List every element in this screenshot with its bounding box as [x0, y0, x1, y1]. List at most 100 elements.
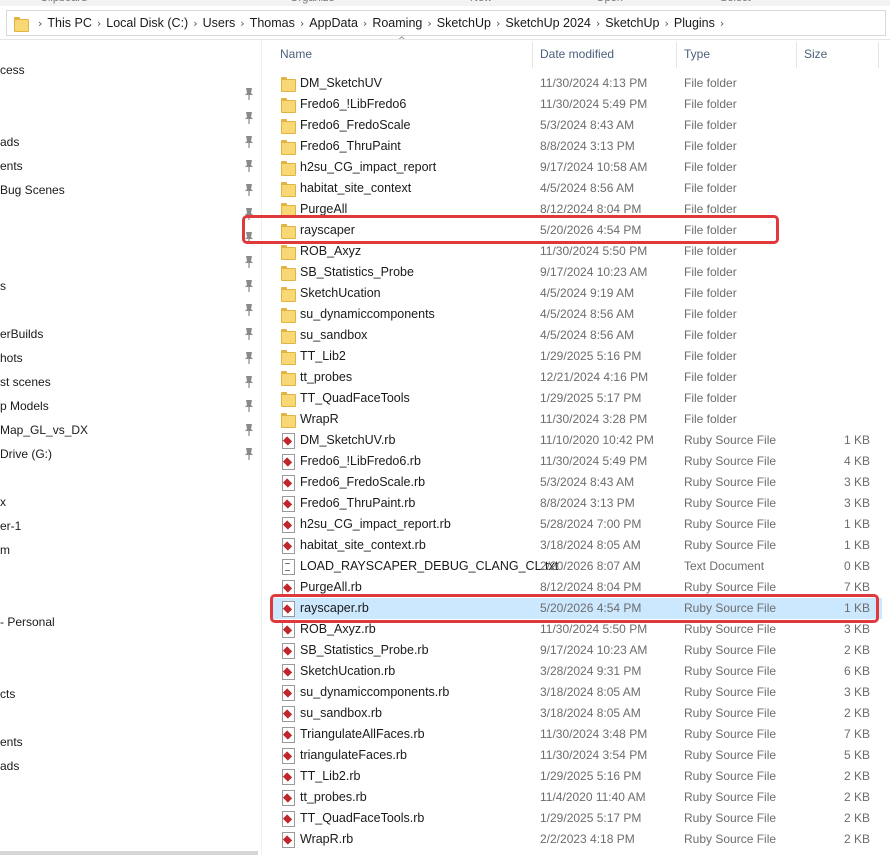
- nav-item[interactable]: p Models: [0, 396, 262, 416]
- pin-icon[interactable]: [243, 135, 255, 149]
- file-row[interactable]: PurgeAll.rb 8/12/2024 8:04 PM Ruby Source …: [270, 577, 882, 598]
- nav-item[interactable]: [0, 660, 262, 680]
- pin-icon[interactable]: [243, 111, 255, 125]
- nav-item[interactable]: st scenes: [0, 372, 262, 392]
- file-row[interactable]: triangulateFaces.rb 11/30/2024 3:54 PM Rub…: [270, 745, 882, 766]
- file-row[interactable]: ROB_Axyz.rb 11/30/2024 5:50 PM Ruby Source…: [270, 619, 882, 640]
- nav-item[interactable]: ents: [0, 156, 262, 176]
- chevron-right-icon[interactable]: ›: [496, 17, 500, 30]
- nav-item[interactable]: s: [0, 276, 262, 296]
- chevron-right-icon[interactable]: ›: [193, 17, 197, 30]
- folder-row[interactable]: habitat_site_context 4/5/2024 8:56 AM File…: [270, 178, 882, 199]
- chevron-right-icon[interactable]: ›: [300, 17, 304, 30]
- breadcrumb-item[interactable]: SketchUp: [605, 16, 659, 30]
- nav-item[interactable]: [0, 84, 262, 104]
- pin-icon[interactable]: [243, 303, 255, 317]
- nav-item[interactable]: [0, 588, 262, 608]
- file-row[interactable]: SB_Statistics_Probe.rb 9/17/2024 10:23 AM…: [270, 640, 882, 661]
- pin-icon[interactable]: [243, 207, 255, 221]
- file-row[interactable]: DM_SketchUV.rb 11/10/2020 10:42 PM Ruby So…: [270, 430, 882, 451]
- nav-item[interactable]: ads: [0, 132, 262, 152]
- folder-row[interactable]: TT_Lib2 1/29/2025 5:16 PM File folder: [270, 346, 882, 367]
- folder-row[interactable]: Fredo6_!LibFredo6 11/30/2024 5:49 PM File …: [270, 94, 882, 115]
- column-header-name[interactable]: Name: [280, 47, 312, 61]
- file-row[interactable]: LOAD_RAYSCAPER_DEBUG_CLANG_CL.txt 2/20/20…: [270, 556, 882, 577]
- pin-icon[interactable]: [243, 375, 255, 389]
- folder-row[interactable]: TT_QuadFaceTools 1/29/2025 5:17 PM File fo…: [270, 388, 882, 409]
- pin-icon[interactable]: [243, 351, 255, 365]
- nav-item[interactable]: - Personal: [0, 612, 262, 632]
- file-row[interactable]: WrapR.rb 2/2/2023 4:18 PM Ruby Source File…: [270, 829, 882, 850]
- nav-item[interactable]: Drive (G:): [0, 444, 262, 464]
- folder-row[interactable]: PurgeAll 8/12/2024 8:04 PM File folder: [270, 199, 882, 220]
- pin-icon[interactable]: [243, 87, 255, 101]
- folder-row[interactable]: rayscaper 5/20/2026 4:54 PM File folder: [270, 220, 882, 241]
- nav-item[interactable]: [0, 204, 262, 224]
- breadcrumb-item[interactable]: This PC: [47, 16, 91, 30]
- file-row[interactable]: TT_Lib2.rb 1/29/2025 5:16 PM Ruby Source F…: [270, 766, 882, 787]
- nav-item[interactable]: [0, 468, 262, 488]
- file-row[interactable]: TT_QuadFaceTools.rb 1/29/2025 5:17 PM Ruby…: [270, 808, 882, 829]
- chevron-right-icon[interactable]: ›: [240, 17, 244, 30]
- address-box[interactable]: › This PC › Local Disk (C:) › Users › Thomas › Ap…: [6, 10, 886, 36]
- pin-icon[interactable]: [243, 183, 255, 197]
- folder-row[interactable]: ROB_Axyz 11/30/2024 5:50 PM File folder: [270, 241, 882, 262]
- chevron-right-icon[interactable]: ›: [97, 17, 101, 30]
- nav-item[interactable]: [0, 564, 262, 584]
- breadcrumb-item[interactable]: AppData: [309, 16, 358, 30]
- file-row[interactable]: TriangulateAllFaces.rb 11/30/2024 3:48 PM…: [270, 724, 882, 745]
- folder-row[interactable]: tt_probes 12/21/2024 4:16 PM File folder: [270, 367, 882, 388]
- nav-item[interactable]: [0, 228, 262, 248]
- nav-item[interactable]: ads: [0, 756, 262, 776]
- nav-item[interactable]: x: [0, 492, 262, 512]
- breadcrumb-item[interactable]: Plugins: [674, 16, 715, 30]
- pin-icon[interactable]: [243, 423, 255, 437]
- pin-icon[interactable]: [243, 327, 255, 341]
- file-row[interactable]: Fredo6_!LibFredo6.rb 11/30/2024 5:49 PM Ru…: [270, 451, 882, 472]
- pin-icon[interactable]: [243, 231, 255, 245]
- pin-icon[interactable]: [243, 399, 255, 413]
- nav-item[interactable]: [0, 636, 262, 656]
- folder-row[interactable]: Fredo6_ThruPaint 8/8/2024 3:13 PM File fol…: [270, 136, 882, 157]
- nav-item[interactable]: Bug Scenes: [0, 180, 262, 200]
- nav-item[interactable]: [0, 300, 262, 320]
- column-separator[interactable]: [532, 42, 533, 68]
- nav-item[interactable]: hots: [0, 348, 262, 368]
- chevron-right-icon[interactable]: ›: [596, 17, 600, 30]
- column-header-type[interactable]: Type: [684, 47, 710, 61]
- column-separator[interactable]: [878, 42, 879, 68]
- column-header-date[interactable]: Date modified: [540, 47, 614, 61]
- breadcrumb-item[interactable]: Roaming: [372, 16, 422, 30]
- folder-row[interactable]: Fredo6_FredoScale 5/3/2024 8:43 AM File fo…: [270, 115, 882, 136]
- breadcrumb-item[interactable]: Local Disk (C:): [106, 16, 188, 30]
- file-row[interactable]: h2su_CG_impact_report.rb 5/28/2024 7:00 P…: [270, 514, 882, 535]
- file-row[interactable]: tt_probes.rb 11/4/2020 11:40 AM Ruby Sourc…: [270, 787, 882, 808]
- nav-item[interactable]: cts: [0, 684, 262, 704]
- column-separator[interactable]: [796, 42, 797, 68]
- nav-item[interactable]: m: [0, 540, 262, 560]
- nav-item[interactable]: cess: [0, 60, 262, 80]
- pin-icon[interactable]: [243, 447, 255, 461]
- breadcrumb-item[interactable]: Users: [203, 16, 236, 30]
- folder-row[interactable]: su_sandbox 4/5/2024 8:56 AM File folder: [270, 325, 882, 346]
- nav-item[interactable]: erBuilds: [0, 324, 262, 344]
- pin-icon[interactable]: [243, 255, 255, 269]
- breadcrumb-item[interactable]: SketchUp: [437, 16, 491, 30]
- folder-row[interactable]: SB_Statistics_Probe 9/17/2024 10:23 AM Fil…: [270, 262, 882, 283]
- chevron-right-icon[interactable]: ›: [664, 17, 668, 30]
- file-row[interactable]: SketchUcation.rb 3/28/2024 9:31 PM Ruby So…: [270, 661, 882, 682]
- nav-item[interactable]: [0, 252, 262, 272]
- file-row[interactable]: su_dynamiccomponents.rb 3/18/2024 8:05 AM…: [270, 682, 882, 703]
- chevron-right-icon[interactable]: ›: [38, 17, 42, 30]
- pin-icon[interactable]: [243, 279, 255, 293]
- column-header-size[interactable]: Size: [804, 47, 827, 61]
- folder-row[interactable]: WrapR 11/30/2024 3:28 PM File folder: [270, 409, 882, 430]
- nav-item[interactable]: [0, 708, 262, 728]
- chevron-right-icon[interactable]: ›: [720, 17, 724, 30]
- nav-item[interactable]: Map_GL_vs_DX: [0, 420, 262, 440]
- file-row[interactable]: rayscaper.rb 5/20/2026 4:54 PM Ruby Source…: [270, 598, 882, 619]
- column-separator[interactable]: [676, 42, 677, 68]
- breadcrumb-item[interactable]: Thomas: [250, 16, 295, 30]
- nav-item[interactable]: er-1: [0, 516, 262, 536]
- folder-row[interactable]: h2su_CG_impact_report 9/17/2024 10:58 AM F…: [270, 157, 882, 178]
